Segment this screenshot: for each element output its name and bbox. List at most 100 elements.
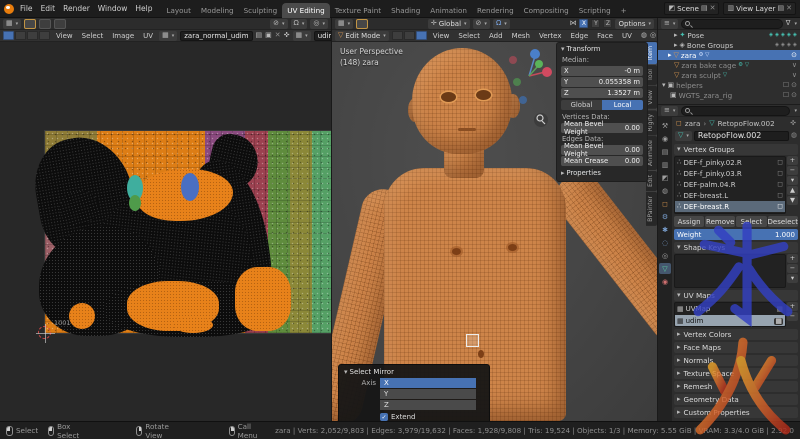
active-render-icon[interactable]: ▦ bbox=[776, 306, 783, 313]
select-mirror-collapse-icon[interactable]: ▾ bbox=[344, 369, 348, 376]
lock-icon[interactable]: ◻ bbox=[777, 203, 783, 210]
remove-shape-key-button[interactable]: − bbox=[787, 264, 798, 273]
image-name-field[interactable]: zara_normal_udim bbox=[180, 31, 252, 41]
menu-render[interactable]: Render bbox=[59, 3, 94, 14]
active-render-icon[interactable]: ▦ bbox=[774, 318, 783, 325]
breadcrumb-object[interactable]: zara bbox=[685, 119, 701, 128]
properties-tab-object-data-icon[interactable]: ▽ bbox=[659, 263, 671, 274]
edge-bevel-weight-field[interactable]: Mean Bevel Weight0.00 bbox=[561, 145, 643, 155]
view-layer-selector[interactable]: ▥ View Layer ▤ ✕ bbox=[723, 2, 796, 15]
outliner-editor-type-dropdown[interactable]: ≡▾ bbox=[661, 19, 678, 29]
vertex-group-row[interactable]: ∴DEF-palm.04.R◻ bbox=[675, 179, 785, 190]
uv-tool-toggle-2[interactable] bbox=[54, 19, 66, 29]
median-z-field[interactable]: Z1.3527 m bbox=[561, 88, 643, 98]
unlink-scene-icon[interactable]: ✕ bbox=[710, 5, 716, 12]
remove-view-layer-icon[interactable]: ✕ bbox=[786, 5, 792, 12]
new-scene-icon[interactable]: ▤ bbox=[701, 5, 708, 12]
new-view-layer-icon[interactable]: ▤ bbox=[778, 5, 785, 12]
shape-keys-empty-list[interactable] bbox=[674, 254, 786, 288]
vp-menu-add[interactable]: Add bbox=[486, 32, 506, 40]
outliner-item-wgts-zara-rig[interactable]: ▣ WGTS_zara_rig ☐ ⊙ bbox=[658, 90, 800, 100]
vp-menu-edge[interactable]: Edge bbox=[568, 32, 592, 40]
uv-tool-toggle-1[interactable] bbox=[39, 19, 51, 29]
image-pin-icon[interactable]: ✜ bbox=[284, 32, 290, 39]
lock-icon[interactable]: ◻ bbox=[777, 170, 783, 177]
orientation-dropdown[interactable]: ✛Global▾ bbox=[428, 19, 470, 29]
workspace-tab-modeling[interactable]: Modeling bbox=[196, 3, 239, 18]
add-uv-map-button[interactable]: + bbox=[787, 302, 798, 311]
median-y-field[interactable]: Y0.055358 m bbox=[561, 77, 643, 87]
remove-uv-map-button[interactable]: − bbox=[787, 312, 798, 321]
menu-edit[interactable]: Edit bbox=[37, 3, 60, 14]
visibility-eye-icon[interactable]: ⊙ bbox=[791, 52, 797, 59]
image-unlink-icon[interactable]: ✕ bbox=[275, 32, 281, 39]
gizmos-icon[interactable]: ◎ bbox=[650, 32, 656, 39]
median-x-field[interactable]: X-0 m bbox=[561, 66, 643, 76]
uv-map-dropdown[interactable]: ▦▾ bbox=[293, 31, 311, 41]
outliner-item-pose[interactable]: ▸ ✦ Pose ◈ ◈ ◈ ◈ ◈ bbox=[658, 30, 800, 40]
properties-tab-render-icon[interactable]: ◉ bbox=[659, 133, 671, 144]
pin-id-icon[interactable]: ✜ bbox=[790, 120, 796, 127]
outliner-item-zara[interactable]: ▸ ▽ zara ⚙ ▽ ⊙ bbox=[658, 50, 800, 60]
workspace-tab-compositing[interactable]: Compositing bbox=[519, 3, 574, 18]
texture-space-panel-header[interactable]: ▸Texture Space bbox=[674, 368, 798, 379]
properties-tab-view-layer-icon[interactable]: ▥ bbox=[659, 159, 671, 170]
properties-tab-tool-icon[interactable]: ⚒ bbox=[659, 120, 671, 131]
vertex-bevel-weight-field[interactable]: Mean Bevel Weight0.00 bbox=[561, 123, 643, 133]
properties-collapse-icon[interactable]: ▸ bbox=[561, 170, 565, 177]
uv-editor-type-dropdown[interactable]: ▦▾ bbox=[3, 19, 21, 29]
pivot-dropdown[interactable]: ⊘▾ bbox=[473, 19, 490, 29]
uv-maps-panel-header[interactable]: ▾ UV Maps bbox=[674, 290, 798, 301]
visibility-eye-closed-icon[interactable]: ∨ bbox=[792, 72, 797, 79]
viewport-canvas[interactable]: User Perspective (148) zara bbox=[332, 42, 657, 421]
face-maps-panel-header[interactable]: ▸Face Maps bbox=[674, 342, 798, 353]
uv-menu-select[interactable]: Select bbox=[79, 32, 107, 40]
collection-checkbox[interactable]: ☐ bbox=[783, 92, 789, 99]
shape-keys-panel-header[interactable]: ▾ Shape Keys bbox=[674, 242, 798, 253]
vertex-group-row[interactable]: ∴DEF-f_pinky.02.R◻ bbox=[675, 157, 785, 168]
outliner-search-input[interactable] bbox=[681, 19, 782, 29]
vertex-group-row[interactable]: ∴DEF-f_pinky.03.R◻ bbox=[675, 168, 785, 179]
workspace-tab-shading[interactable]: Shading bbox=[386, 3, 425, 18]
uv-snap-dropdown[interactable]: Ω▾ bbox=[291, 19, 308, 29]
image-browse-dropdown[interactable]: ▦▾ bbox=[159, 31, 177, 41]
expand-icon[interactable]: ▸ bbox=[674, 32, 678, 39]
select-mirror-title[interactable]: Select Mirror bbox=[350, 368, 394, 376]
vertex-groups-panel-header[interactable]: ▾ Vertex Groups bbox=[674, 144, 798, 155]
workspace-tab-sculpting[interactable]: Sculpting bbox=[239, 3, 283, 18]
visibility-eye-icon[interactable]: ⊙ bbox=[791, 82, 797, 89]
fake-user-icon[interactable]: ◍ bbox=[791, 132, 797, 139]
lock-icon[interactable]: ◻ bbox=[777, 181, 783, 188]
move-group-down-button[interactable]: ▼ bbox=[787, 196, 798, 205]
axis-z-option[interactable]: Z bbox=[380, 400, 476, 410]
uv-canvas[interactable]: 1001 bbox=[0, 42, 331, 421]
select-mode-face[interactable] bbox=[416, 31, 427, 40]
global-button[interactable]: Global bbox=[561, 100, 602, 110]
uv-mode-vertex[interactable] bbox=[3, 31, 14, 40]
lock-icon[interactable]: ◻ bbox=[777, 159, 783, 166]
options-dropdown[interactable]: Options▾ bbox=[615, 19, 654, 29]
shape-key-specials-button[interactable]: ▾ bbox=[787, 274, 798, 283]
select-button[interactable]: Select bbox=[736, 216, 766, 227]
workspace-tab-layout[interactable]: Layout bbox=[161, 3, 195, 18]
transform-panel-title[interactable]: Transform bbox=[567, 45, 601, 53]
mirror-y-toggle[interactable]: Y bbox=[591, 19, 600, 28]
overlays-icon[interactable]: ◍ bbox=[641, 32, 647, 39]
workspace-tab-scripting[interactable]: Scripting bbox=[574, 3, 616, 18]
vp-menu-vertex[interactable]: Vertex bbox=[536, 32, 565, 40]
expand-icon[interactable]: ▸ bbox=[674, 42, 678, 49]
properties-tab-constraints-icon[interactable]: ◎ bbox=[659, 250, 671, 261]
uv-proportional-dropdown[interactable]: ◎▾ bbox=[310, 19, 328, 29]
visibility-eye-closed-icon[interactable]: ∨ bbox=[792, 62, 797, 69]
weight-slider[interactable]: Weight 1.000 bbox=[674, 229, 798, 240]
properties-tab-output-icon[interactable]: ▤ bbox=[659, 146, 671, 157]
remove-button[interactable]: Remove bbox=[705, 216, 735, 227]
properties-tab-physics-icon[interactable]: ◌ bbox=[659, 237, 671, 248]
expand-icon[interactable]: ▸ bbox=[668, 52, 672, 59]
deselect-button[interactable]: Deselect bbox=[768, 216, 799, 227]
custom-properties-panel-header[interactable]: ▸Custom Properties bbox=[674, 407, 798, 418]
image-new-icon[interactable]: ▤ bbox=[256, 32, 263, 39]
add-vertex-group-button[interactable]: + bbox=[787, 156, 798, 165]
add-workspace-button[interactable]: + bbox=[616, 3, 632, 18]
image-open-icon[interactable]: ▣ bbox=[265, 32, 272, 39]
